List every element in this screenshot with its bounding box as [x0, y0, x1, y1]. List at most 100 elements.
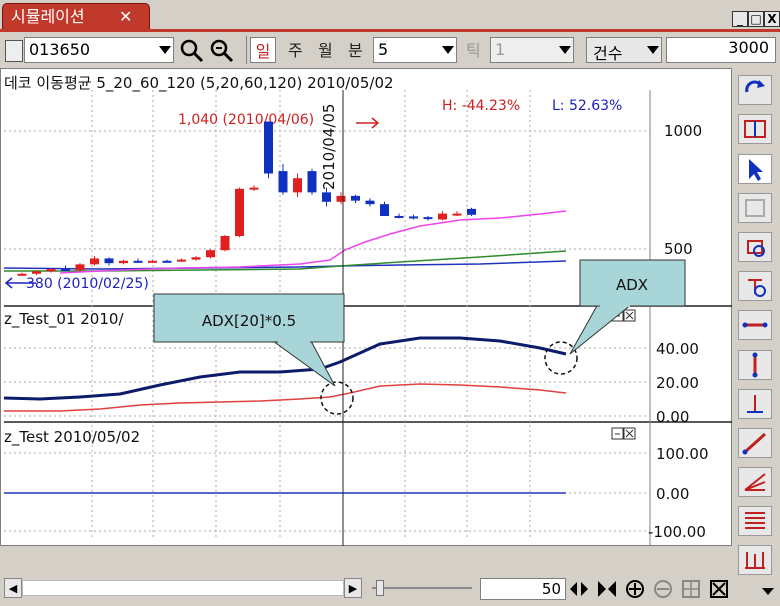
minute-value: 5	[378, 40, 389, 59]
trendline-tool[interactable]	[738, 428, 772, 458]
scroll-left-button[interactable]: ◀	[4, 578, 22, 598]
period-day-button[interactable]: 일	[250, 37, 276, 63]
chevron-down-icon[interactable]	[442, 46, 454, 54]
adx-highlight-circle	[544, 341, 578, 375]
cursor-icon	[749, 159, 763, 181]
chevron-down-icon[interactable]	[159, 46, 171, 54]
candle-body	[293, 178, 302, 193]
cycle-icon	[745, 552, 765, 569]
zoom-out-icon[interactable]	[652, 578, 674, 600]
code-panel-icon[interactable]	[5, 40, 23, 62]
candle-body	[61, 269, 70, 272]
low-ratio: L: 52.63%	[552, 98, 622, 114]
tab-close-icon[interactable]: ✕	[119, 4, 132, 30]
chevron-down-icon[interactable]	[647, 46, 659, 54]
search-icon[interactable]	[178, 37, 206, 63]
tab-title: 시뮬레이션	[11, 7, 85, 26]
candle-body	[351, 195, 360, 201]
min-price-annotation: 380 (2010/02/25)	[26, 276, 149, 292]
candle-body	[46, 269, 56, 272]
resize-grip-icon[interactable]	[758, 580, 778, 600]
indicator1-header: z_Test_01 2010/	[4, 310, 124, 329]
text-tool[interactable]	[738, 271, 772, 301]
chart-canvas[interactable]: 데코 이동평균 5_20_60_120 (5,20,60,120) 2010/0…	[0, 68, 732, 546]
chevron-down-icon[interactable]	[559, 46, 571, 54]
price-tick-500: 500	[664, 240, 693, 258]
tick-combo[interactable]: 1	[490, 37, 574, 63]
eraser-tool[interactable]	[738, 232, 772, 262]
close-button[interactable]: X	[764, 11, 780, 27]
vertical-line-icon	[752, 352, 758, 378]
stock-code-combo[interactable]: 013650	[24, 37, 174, 63]
slider-track	[372, 587, 472, 589]
fibonacci-tool[interactable]	[738, 506, 772, 536]
candle-body	[264, 121, 273, 174]
max-price-annotation: 1,040 (2010/04/06)	[178, 112, 314, 128]
candle-body	[177, 259, 186, 262]
text-icon	[748, 279, 766, 297]
indicator2-header: z_Test 2010/05/02	[4, 428, 140, 447]
price-panel-header: 데코 이동평균 5_20_60_120 (5,20,60,120) 2010/0…	[4, 74, 394, 93]
horizontal-line-icon	[742, 322, 768, 328]
fit-icon[interactable]	[596, 578, 618, 600]
maximize-button[interactable]: □	[748, 11, 764, 27]
cross-line-tool[interactable]	[738, 389, 772, 419]
count-label: 건수	[593, 44, 623, 63]
candle-body	[191, 257, 201, 260]
candle-body	[336, 195, 346, 202]
candle-body	[90, 258, 99, 265]
multi-chart-tool[interactable]	[738, 114, 772, 144]
candle-body	[438, 213, 447, 220]
zoom-input[interactable]: 50	[480, 578, 566, 600]
hline-tool[interactable]	[738, 310, 772, 340]
candle-body	[148, 260, 157, 263]
high-ratio: H: -44.23%	[442, 98, 520, 114]
spin-arrows-icon[interactable]	[568, 578, 590, 600]
fan-tool[interactable]	[738, 467, 772, 497]
zoom-search-icon[interactable]	[208, 37, 238, 63]
vline-tool[interactable]	[738, 350, 772, 380]
fan-icon	[744, 473, 766, 491]
candle-body	[322, 192, 331, 202]
crosshair-icon	[745, 199, 765, 217]
cycle-tool[interactable]	[738, 545, 772, 575]
eraser-icon	[747, 240, 765, 257]
disabled-tool[interactable]	[738, 193, 772, 223]
callout-left-text: ADX[20]*0.5	[202, 312, 296, 330]
zoom-slider[interactable]	[372, 580, 472, 596]
slider-thumb[interactable]	[376, 580, 384, 596]
horizontal-scrollbar[interactable]	[22, 580, 344, 596]
candle-body	[409, 216, 418, 219]
candle-body	[380, 204, 389, 216]
period-minute-button[interactable]: 분	[348, 37, 363, 61]
candle-body	[423, 217, 433, 220]
grid-toggle-icon[interactable]	[680, 578, 702, 600]
refresh-tool[interactable]	[738, 75, 772, 105]
window-tab[interactable]: 시뮬레이션 ✕	[2, 3, 150, 29]
period-month-button[interactable]: 월	[318, 37, 333, 61]
count-input[interactable]: 3000	[666, 37, 776, 63]
callout-right-pointer	[569, 303, 634, 355]
scroll-right-button[interactable]: ▶	[344, 578, 362, 598]
ma60-line	[4, 250, 567, 272]
candle-body	[17, 273, 27, 276]
tick-value: 1	[495, 40, 506, 59]
candle-body	[467, 208, 476, 215]
grid-icon	[744, 120, 766, 138]
ind2-tick-100: 100.00	[656, 445, 709, 463]
ind1-tick-20: 20.00	[656, 374, 699, 392]
zoom-in-icon[interactable]	[624, 578, 646, 600]
pointer-tool[interactable]	[738, 154, 772, 184]
candle-body	[452, 213, 462, 216]
reset-icon[interactable]	[708, 578, 730, 600]
fibonacci-icon	[745, 512, 765, 529]
candle-body	[119, 260, 128, 264]
tab-underline	[0, 29, 780, 32]
count-combo[interactable]: 건수	[586, 37, 662, 63]
minute-combo[interactable]: 5	[373, 37, 457, 63]
period-week-button[interactable]: 주	[288, 37, 303, 61]
candle-body	[162, 260, 172, 263]
cross-line-icon	[747, 395, 763, 413]
candle-body	[75, 264, 85, 271]
minimize-button[interactable]: _	[732, 11, 748, 27]
